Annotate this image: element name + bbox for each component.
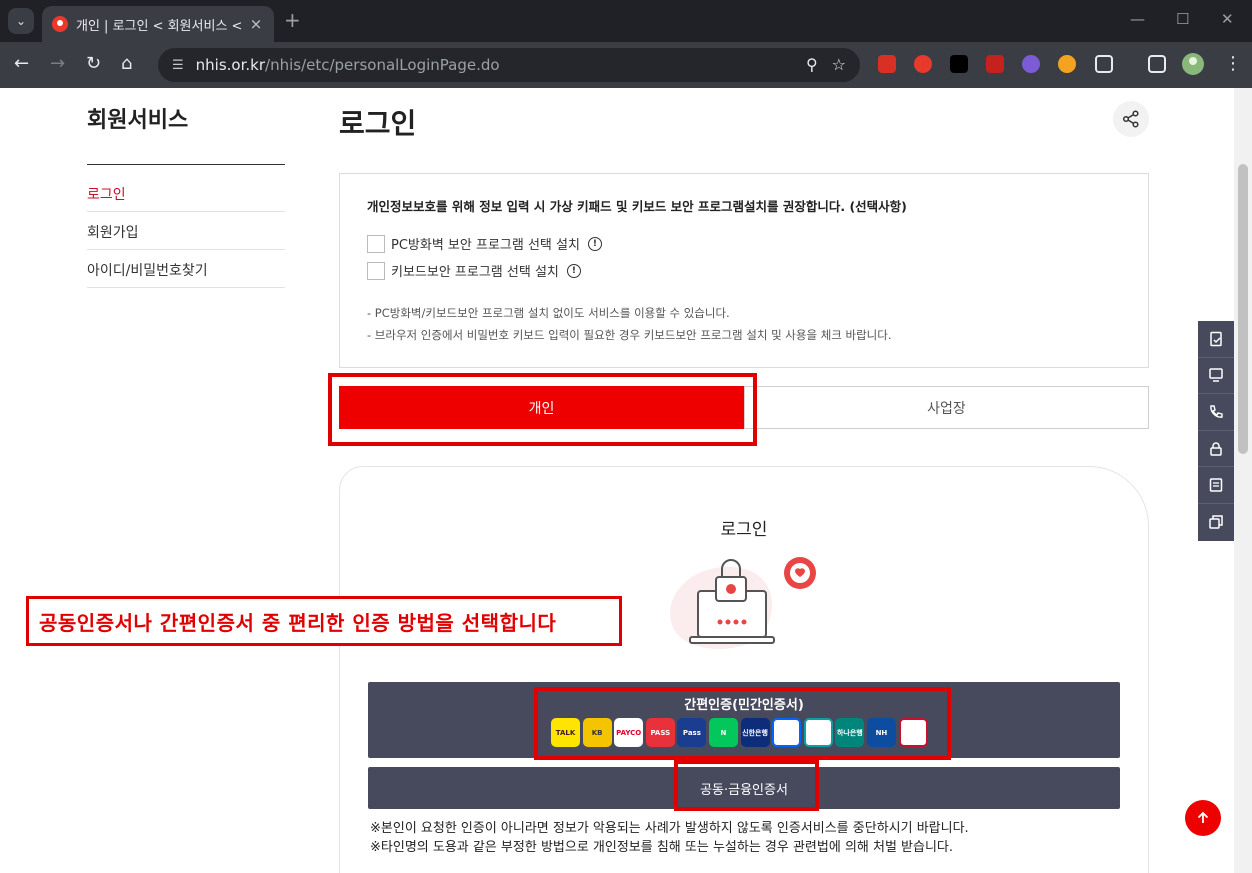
quick-menu-monitor-icon[interactable] bbox=[1198, 358, 1234, 395]
site-favicon-icon bbox=[52, 16, 68, 32]
security-notice-box: 개인정보보호를 위해 정보 입력 시 가상 키패드 및 키보드 보안 프로그램설… bbox=[339, 173, 1149, 368]
annotation-box-individual-tab bbox=[328, 373, 757, 446]
annotation-callout: 공동인증서나 간편인증서 중 편리한 인증 방법을 선택합니다 bbox=[26, 596, 622, 646]
maximize-icon[interactable]: ☐ bbox=[1176, 10, 1189, 28]
tab-close-icon[interactable]: × bbox=[248, 15, 264, 33]
annotation-box-simple-auth bbox=[534, 687, 951, 760]
extension-6-icon[interactable] bbox=[1058, 55, 1076, 73]
firewall-info-icon[interactable]: ! bbox=[587, 236, 602, 251]
quick-menu bbox=[1198, 321, 1234, 541]
sidebar-item-login[interactable]: 로그인 bbox=[87, 174, 285, 212]
laptop-lock-illustration bbox=[670, 557, 816, 649]
url-host: nhis.or.kr bbox=[195, 56, 266, 74]
window-close-icon[interactable]: ✕ bbox=[1221, 10, 1234, 28]
home-icon[interactable]: ⌂ bbox=[121, 54, 132, 74]
security-notice-heading: 개인정보보호를 위해 정보 입력 시 가상 키패드 및 키보드 보안 프로그램설… bbox=[367, 199, 907, 214]
quick-menu-copy-icon[interactable] bbox=[1198, 504, 1234, 541]
extension-1-icon[interactable] bbox=[878, 55, 896, 73]
annotation-box-cert bbox=[674, 760, 819, 811]
scroll-to-top-button[interactable] bbox=[1185, 800, 1221, 836]
back-icon[interactable]: ← bbox=[14, 54, 29, 74]
forward-icon[interactable]: → bbox=[50, 54, 65, 74]
security-note-2: - 브라우저 인증에서 비밀번호 키보드 입력이 필요한 경우 키보드보안 프로… bbox=[367, 328, 892, 342]
quick-menu-list-icon[interactable] bbox=[1198, 467, 1234, 504]
minimize-icon[interactable]: — bbox=[1130, 10, 1145, 28]
new-tab-icon[interactable]: + bbox=[284, 10, 301, 30]
firewall-option[interactable]: PC방화벽 보안 프로그램 선택 설치 ! bbox=[367, 234, 602, 253]
security-note-1: - PC방화벽/키보드보안 프로그램 설치 없이도 서비스를 이용할 수 있습니… bbox=[367, 306, 730, 320]
address-bar[interactable]: ☰ nhis.or.kr/nhis/etc/personalLoginPage.… bbox=[158, 48, 860, 82]
login-card-title: 로그인 bbox=[720, 520, 768, 540]
keyboard-security-info-icon[interactable]: ! bbox=[566, 263, 581, 278]
page-scrollbar[interactable] bbox=[1234, 88, 1252, 873]
extension-4-icon[interactable] bbox=[986, 55, 1004, 73]
browser-menu-icon[interactable]: ⋮ bbox=[1224, 54, 1242, 74]
share-icon bbox=[1122, 110, 1139, 128]
page-title: 로그인 bbox=[339, 107, 417, 140]
tab-search-icon[interactable]: ⌄ bbox=[8, 8, 34, 34]
bookmark-star-icon[interactable]: ☆ bbox=[832, 55, 846, 74]
sidebar-title: 회원서비스 bbox=[87, 108, 189, 133]
extensions-puzzle-icon[interactable] bbox=[1095, 55, 1113, 73]
sidebar-item-find-id-password[interactable]: 아이디/비밀번호찾기 bbox=[87, 250, 285, 288]
auth-warning-1: ※본인이 요청한 인증이 아니라면 정보가 악용되는 사례가 발생하지 않도록 … bbox=[370, 821, 969, 836]
zoom-search-icon[interactable]: ⚲ bbox=[806, 55, 818, 74]
scrollbar-thumb[interactable] bbox=[1238, 164, 1248, 454]
sidebar-divider bbox=[87, 164, 285, 165]
keyboard-security-checkbox[interactable] bbox=[367, 261, 385, 280]
extension-5-icon[interactable] bbox=[1022, 55, 1040, 73]
keyboard-security-option[interactable]: 키보드보안 프로그램 선택 설치 ! bbox=[367, 261, 581, 280]
sidebar-item-signup[interactable]: 회원가입 bbox=[87, 212, 285, 250]
site-info-icon[interactable]: ☰ bbox=[172, 58, 184, 73]
tab-business[interactable]: 사업장 bbox=[744, 386, 1149, 429]
tab-title: 개인 | 로그인 < 회원서비스 < bbox=[76, 18, 243, 34]
reload-icon[interactable]: ↻ bbox=[86, 54, 101, 74]
arrow-up-icon bbox=[1197, 811, 1209, 823]
auth-warning-2: ※타인명의 도용과 같은 부정한 방법으로 개인정보를 침해 또는 누설하는 경… bbox=[370, 840, 954, 855]
firewall-option-label: PC방화벽 보안 프로그램 선택 설치 bbox=[391, 238, 580, 253]
quick-menu-document-icon[interactable] bbox=[1198, 321, 1234, 358]
share-button[interactable] bbox=[1113, 101, 1149, 137]
login-card: 로그인 간편인증(민간인증서) TALK KB PAYCO PASS Pass N 신한은행… bbox=[339, 466, 1149, 873]
side-panel-icon[interactable] bbox=[1148, 55, 1166, 73]
quick-menu-phone-icon[interactable] bbox=[1198, 394, 1234, 431]
quick-menu-lock-icon[interactable] bbox=[1198, 431, 1234, 468]
extension-3-icon[interactable] bbox=[950, 55, 968, 73]
browser-tab[interactable]: 개인 | 로그인 < 회원서비스 < × bbox=[42, 6, 274, 42]
browser-toolbar: ← → ↻ ⌂ ☰ nhis.or.kr/nhis/etc/personalLo… bbox=[0, 42, 1252, 88]
firewall-checkbox[interactable] bbox=[367, 234, 385, 253]
browser-tab-bar: ⌄ 개인 | 로그인 < 회원서비스 < × + — ☐ ✕ bbox=[0, 0, 1252, 42]
profile-avatar[interactable] bbox=[1182, 53, 1204, 75]
url-path: /nhis/etc/personalLoginPage.do bbox=[265, 56, 500, 74]
keyboard-security-option-label: 키보드보안 프로그램 선택 설치 bbox=[391, 265, 559, 280]
extension-2-icon[interactable] bbox=[914, 55, 932, 73]
